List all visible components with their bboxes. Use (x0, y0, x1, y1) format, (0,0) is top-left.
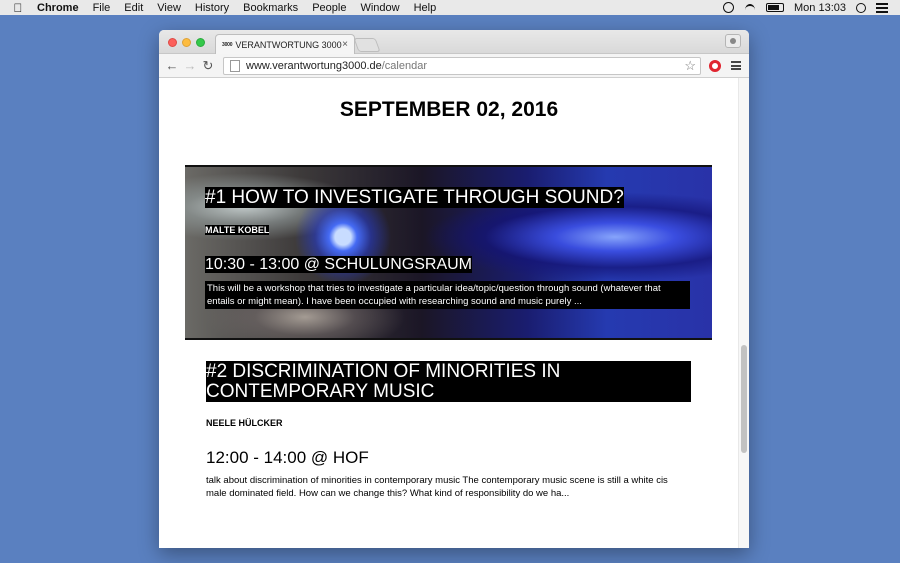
menu-people[interactable]: People (312, 2, 346, 14)
time-machine-icon[interactable] (723, 2, 735, 13)
minimize-window-button[interactable] (182, 38, 191, 47)
menu-file[interactable]: File (93, 2, 111, 14)
address-path: /calendar (381, 60, 428, 72)
address-host: www.verantwortung3000.de (246, 60, 382, 72)
back-button[interactable]: ← (163, 58, 181, 73)
menu-window[interactable]: Window (360, 2, 399, 14)
page-icon (230, 60, 240, 72)
event-person: MALTE KOBEL (205, 225, 270, 235)
menu-chrome[interactable]: Chrome (37, 2, 79, 14)
menu-bar:  Chrome File Edit View History Bookmark… (0, 0, 900, 15)
event-description: This will be a workshop that tries to in… (205, 281, 690, 309)
browser-toolbar: ← → ↻ www.verantwortung3000.de/calendar … (159, 54, 749, 78)
chrome-menu-icon[interactable] (731, 61, 741, 70)
reload-button[interactable]: ↻ (199, 58, 217, 74)
page-viewport: SEPTEMBER 02, 2016 #1 HOW TO INVESTIGATE… (159, 78, 749, 548)
spotlight-search-icon[interactable] (856, 2, 866, 13)
wifi-icon[interactable] (744, 3, 756, 13)
menu-bookmarks[interactable]: Bookmarks (243, 2, 298, 14)
menu-history[interactable]: History (195, 2, 229, 14)
new-tab-button[interactable] (353, 38, 381, 52)
notification-center-icon[interactable] (876, 2, 888, 13)
menu-help[interactable]: Help (414, 2, 437, 14)
browser-window: 3000 VERANTWORTUNG 3000 × ← → ↻ www.vera… (159, 30, 749, 548)
battery-icon[interactable] (766, 3, 785, 12)
apple-menu-icon[interactable]:  (9, 1, 27, 15)
menu-extras: Mon 13:03 (723, 0, 888, 15)
menu-clock[interactable]: Mon 13:03 (794, 2, 846, 14)
event-card-1[interactable]: #1 HOW TO INVESTIGATE THROUGH SOUND? MAL… (185, 165, 712, 340)
event-time: 12:00 - 14:00 @ HOF (206, 448, 369, 467)
menu-edit[interactable]: Edit (124, 2, 143, 14)
address-bar[interactable]: www.verantwortung3000.de/calendar ☆ (223, 57, 701, 75)
bookmark-star-icon[interactable]: ☆ (684, 58, 696, 74)
zoom-window-button[interactable] (196, 38, 205, 47)
scrollbar-track[interactable] (738, 78, 749, 548)
event-title[interactable]: #2 DISCRIMINATION OF MINORITIES IN CONTE… (206, 361, 691, 402)
date-heading: SEPTEMBER 02, 2016 (339, 98, 559, 121)
tab-title: VERANTWORTUNG 3000 (235, 39, 342, 50)
event-time: 10:30 - 13:00 @ SCHULUNGSRAUM (205, 256, 472, 273)
scrollbar-thumb[interactable] (741, 345, 747, 453)
close-tab-icon[interactable]: × (342, 39, 348, 50)
tab-verantwortung-3000[interactable]: 3000 VERANTWORTUNG 3000 × (215, 34, 355, 54)
event-description: talk about discrimination of minorities … (206, 475, 668, 499)
opera-extension-icon[interactable] (709, 60, 721, 72)
event-person: NEELE HÜLCKER (206, 418, 283, 428)
forward-button[interactable]: → (181, 58, 199, 73)
menu-view[interactable]: View (157, 2, 181, 14)
profile-icon[interactable] (725, 34, 741, 48)
close-window-button[interactable] (168, 38, 177, 47)
event-title[interactable]: #1 HOW TO INVESTIGATE THROUGH SOUND? (205, 187, 624, 208)
site-favicon-icon: 3000 (222, 41, 233, 48)
tab-strip: 3000 VERANTWORTUNG 3000 × (159, 30, 749, 54)
